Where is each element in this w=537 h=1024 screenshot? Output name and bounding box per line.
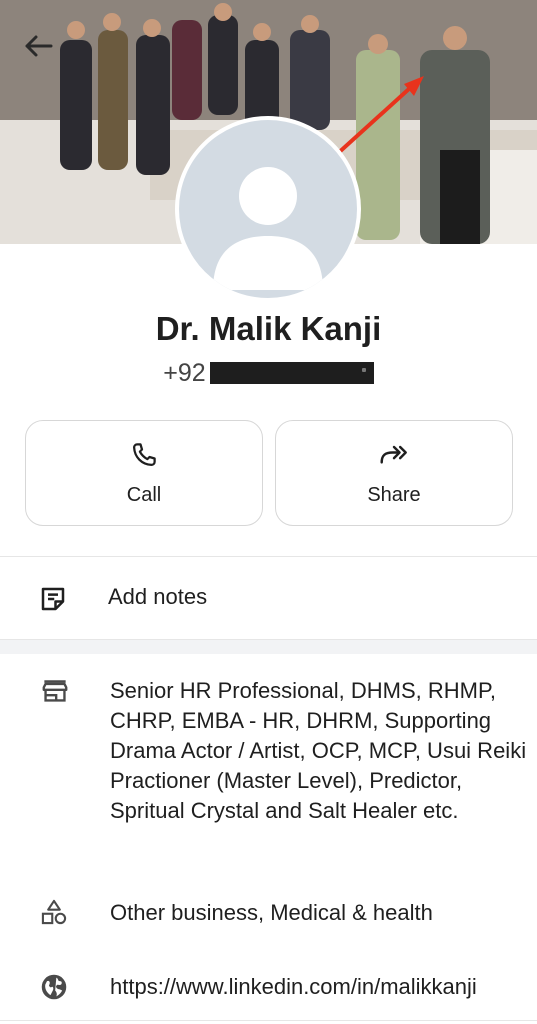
add-notes-label: Add notes bbox=[108, 584, 208, 609]
notes-icon bbox=[41, 587, 65, 611]
business-description: Senior HR Professional, DHMS, RHMP, CHRP… bbox=[110, 678, 527, 823]
store-icon bbox=[42, 680, 68, 702]
share-label: Share bbox=[367, 483, 421, 506]
call-button[interactable]: Call bbox=[25, 420, 263, 526]
phone-redaction bbox=[209, 362, 374, 384]
add-notes-row[interactable]: Add notes bbox=[0, 556, 537, 640]
share-button[interactable]: Share bbox=[275, 420, 513, 526]
divider bbox=[0, 1020, 537, 1021]
contact-name: Dr. Malik Kanji bbox=[155, 310, 382, 347]
person-placeholder-icon bbox=[213, 167, 323, 290]
back-arrow-icon bbox=[25, 35, 53, 57]
forward-share-icon bbox=[380, 445, 407, 464]
phone-prefix: +92 bbox=[163, 358, 206, 387]
business-category: Other business, Medical & health bbox=[110, 900, 433, 925]
back-button[interactable] bbox=[18, 28, 58, 64]
contact-avatar bbox=[175, 116, 361, 302]
contact-phone: +92 bbox=[0, 358, 537, 388]
call-label: Call bbox=[126, 483, 162, 506]
phone-icon bbox=[133, 442, 156, 466]
website-link[interactable]: https://www.linkedin.com/in/malikkanji bbox=[110, 972, 527, 1002]
category-shapes-icon bbox=[41, 899, 67, 925]
globe-icon bbox=[41, 974, 67, 1000]
section-separator bbox=[0, 640, 537, 654]
